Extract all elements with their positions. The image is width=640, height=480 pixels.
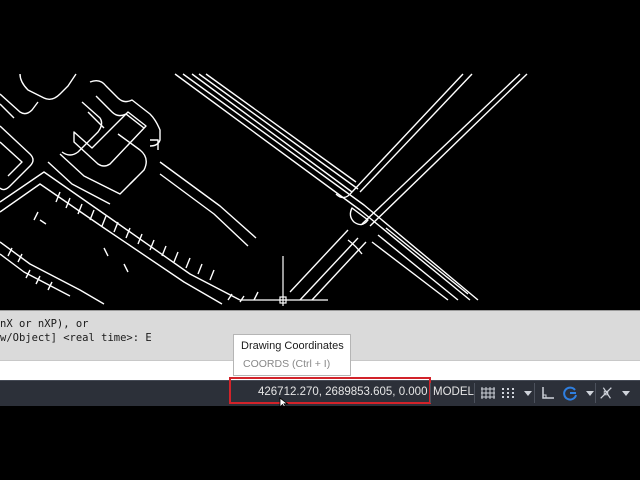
command-history-line: nX or nXP), or bbox=[0, 318, 89, 330]
block-outline bbox=[0, 171, 241, 301]
drawing-canvas[interactable] bbox=[0, 42, 640, 310]
parcel-stub bbox=[7, 211, 53, 291]
grid-icon[interactable] bbox=[480, 384, 496, 402]
block-outline bbox=[0, 103, 15, 119]
block-outline bbox=[73, 111, 147, 167]
road-outline bbox=[311, 241, 367, 301]
road-outline bbox=[369, 73, 528, 227]
tooltip-shortcut: COORDS (Ctrl + I) bbox=[243, 358, 331, 370]
road-outline bbox=[335, 73, 464, 199]
road-outline bbox=[299, 237, 359, 301]
polar-tracking-icon[interactable] bbox=[562, 384, 578, 402]
tooltip-title: Drawing Coordinates bbox=[241, 340, 344, 352]
block-outline bbox=[159, 173, 249, 247]
block-outline bbox=[89, 79, 161, 147]
command-history-line: w/Object] <real time>: E bbox=[0, 332, 152, 344]
block-outline bbox=[0, 241, 105, 305]
status-bar-separator bbox=[474, 383, 475, 403]
road-outline bbox=[359, 73, 473, 193]
block-outline bbox=[19, 73, 77, 101]
command-history-text: nX or nXP), or w/Object] <real time>: E bbox=[0, 317, 152, 345]
status-bar-separator bbox=[430, 383, 431, 403]
intersection-island bbox=[349, 207, 369, 226]
status-bar-separator bbox=[534, 383, 535, 403]
road-outline bbox=[377, 234, 459, 301]
block-outline bbox=[61, 101, 103, 156]
object-snap-icon[interactable] bbox=[598, 384, 614, 402]
road-outline bbox=[198, 73, 359, 190]
block-outline bbox=[0, 141, 23, 177]
block-outline bbox=[159, 161, 257, 239]
block-outline bbox=[59, 153, 137, 195]
coordinates-tooltip: Drawing Coordinates COORDS (Ctrl + I) bbox=[233, 334, 351, 376]
status-bar-separator bbox=[595, 383, 596, 403]
dropdown-arrow-icon[interactable] bbox=[618, 384, 634, 402]
drawing-viewport[interactable] bbox=[0, 42, 640, 310]
parcel-stub bbox=[103, 247, 129, 273]
snap-mode-icon[interactable] bbox=[500, 384, 516, 402]
ortho-mode-icon[interactable] bbox=[540, 384, 556, 402]
road-outline bbox=[205, 73, 357, 183]
block-outline bbox=[95, 95, 145, 129]
road-outline bbox=[191, 73, 353, 193]
road-outline bbox=[174, 73, 471, 301]
autocad-screen: nX or nXP), or w/Object] <real time>: E … bbox=[0, 0, 640, 480]
block-outline bbox=[0, 183, 223, 305]
crosshair-cursor bbox=[240, 256, 328, 306]
block-outline bbox=[0, 253, 71, 297]
road-outline bbox=[289, 229, 349, 293]
letterbox-top bbox=[0, 0, 640, 42]
letterbox-bottom bbox=[0, 406, 640, 480]
model-space-button[interactable]: MODEL bbox=[433, 386, 474, 398]
